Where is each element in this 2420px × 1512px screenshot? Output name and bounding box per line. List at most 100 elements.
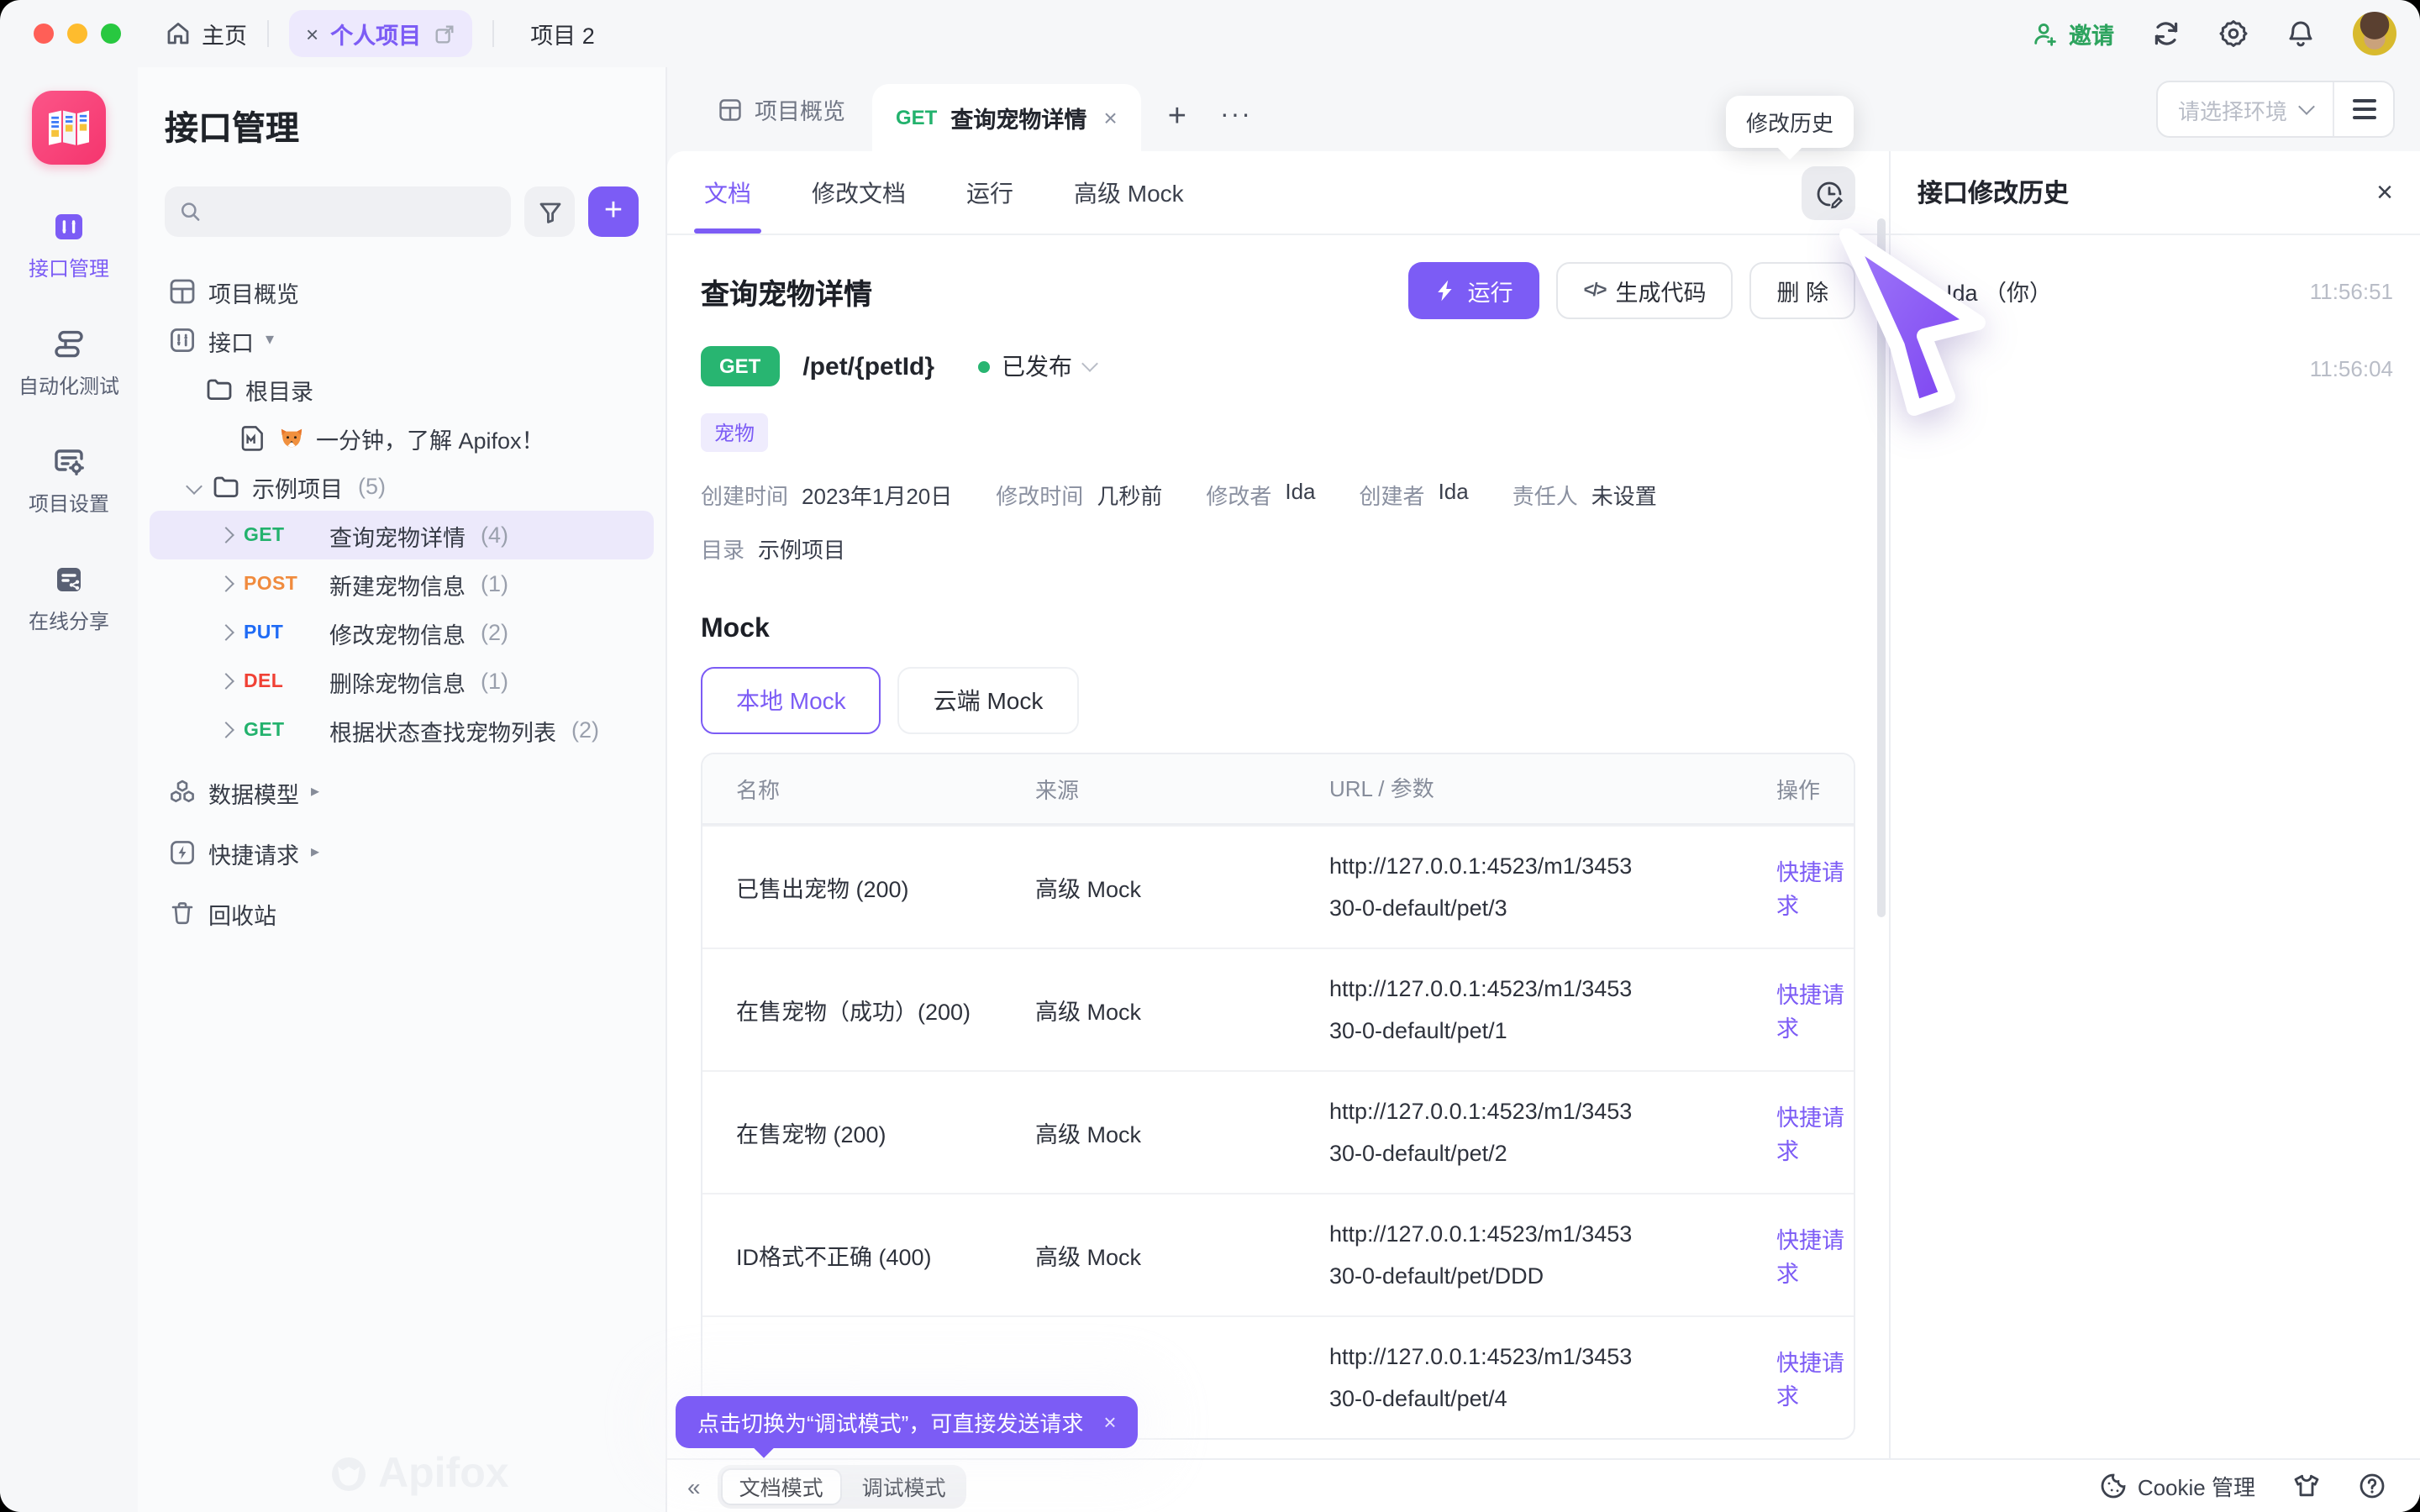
toast-close-icon[interactable]: ×	[1103, 1410, 1116, 1435]
sidebar-item-api-root[interactable]: 接口 ▾	[165, 316, 639, 365]
sidebar-item-recycle-bin[interactable]: 回收站	[165, 889, 639, 937]
chevron-right-icon[interactable]	[218, 673, 234, 690]
filter-button[interactable]	[524, 186, 575, 237]
trash-icon	[168, 899, 197, 927]
help-icon[interactable]	[2358, 1472, 2386, 1500]
method-badge: PUT	[244, 622, 318, 643]
meta-label: 修改者	[1206, 479, 1271, 511]
quick-request-bolt-icon	[168, 838, 197, 867]
tree-label: 快捷请求	[208, 836, 299, 869]
home-tab[interactable]: 主页	[165, 17, 247, 50]
quick-request-link[interactable]: 快捷请求	[1776, 860, 1844, 919]
settings-gear-icon[interactable]	[2218, 18, 2249, 49]
tree-api-get-find-pets[interactable]: GET 根据状态查找宠物列表 (2)	[165, 706, 639, 754]
doc-mode-button[interactable]: 文档模式	[721, 1467, 842, 1504]
chevron-right-icon[interactable]	[218, 624, 234, 641]
tab-run[interactable]: 运行	[966, 151, 1013, 234]
brochure-icon	[47, 108, 91, 148]
tree-api-post-create-pet[interactable]: POST 新建宠物信息 (1)	[165, 559, 639, 608]
close-project-tab-icon[interactable]: ×	[306, 21, 318, 46]
quick-request-link[interactable]: 快捷请求	[1776, 1228, 1844, 1287]
tree-label: 示例项目	[252, 470, 343, 503]
quick-request-link[interactable]: 快捷请求	[1776, 1105, 1844, 1164]
search-box[interactable]	[165, 186, 511, 237]
project-tab-personal[interactable]: × 个人项目	[289, 10, 471, 57]
new-tab-button[interactable]: +	[1168, 99, 1186, 136]
tab-advanced-mock[interactable]: 高级 Mock	[1074, 151, 1184, 234]
generate-code-button[interactable]: </> 生成代码	[1557, 262, 1733, 319]
tab-edit-doc[interactable]: 修改文档	[812, 151, 906, 234]
titlebar-nav: 主页 × 个人项目 项目 2	[165, 10, 612, 57]
rail-item-online-share[interactable]: 在线分享	[29, 561, 109, 635]
rail-item-project-settings[interactable]: 项目设置	[29, 444, 109, 517]
collapse-sidebar-icon[interactable]: «	[687, 1473, 701, 1499]
project-tab-2[interactable]: 项目 2	[513, 17, 612, 50]
tree-doc-intro[interactable]: 一分钟，了解 Apifox！	[165, 413, 639, 462]
sidebar-item-data-models[interactable]: 数据模型 ▸	[165, 768, 639, 816]
user-avatar[interactable]	[2353, 12, 2396, 55]
tab-get-pet-detail[interactable]: GET 查询宠物详情 ×	[872, 84, 1141, 151]
run-button-label: 运行	[1468, 274, 1513, 307]
tab-cloud-mock[interactable]: 云端 Mock	[898, 667, 1079, 734]
close-panel-icon[interactable]: ×	[2376, 176, 2393, 209]
tab-method: GET	[896, 106, 937, 129]
add-button[interactable]: +	[588, 186, 639, 237]
run-button[interactable]: 运行	[1409, 262, 1540, 319]
notifications-bell-icon[interactable]	[2286, 18, 2316, 49]
close-tab-icon[interactable]: ×	[1103, 104, 1117, 131]
history-button[interactable]	[1802, 166, 1855, 220]
chevron-right-icon[interactable]	[218, 575, 234, 592]
tab-project-overview[interactable]: 项目概览	[691, 67, 872, 151]
minimize-window-button[interactable]	[67, 24, 87, 44]
chevron-down-icon[interactable]	[186, 478, 203, 495]
tshirt-theme-icon[interactable]	[2292, 1472, 2321, 1500]
sidebar-item-project-overview[interactable]: 项目概览	[165, 267, 639, 316]
close-window-button[interactable]	[34, 24, 54, 44]
tab-doc[interactable]: 文档	[704, 151, 751, 234]
rail-item-automated-testing[interactable]: 自动化测试	[18, 326, 119, 400]
quick-request-link[interactable]: 快捷请求	[1776, 983, 1844, 1042]
col-source: 来源	[1002, 773, 1296, 805]
environment-dropdown[interactable]: 请选择环境	[2158, 93, 2333, 125]
environment-menu-button[interactable]	[2333, 82, 2393, 136]
invite-button[interactable]: 邀请	[2032, 17, 2114, 50]
chevron-right-icon[interactable]	[218, 722, 234, 738]
meta-value: 2023年1月20日	[802, 479, 952, 511]
sidebar-item-quick-request[interactable]: 快捷请求 ▸	[165, 828, 639, 877]
tab-local-mock[interactable]: 本地 Mock	[701, 667, 881, 734]
sidebar: 接口管理 + 项目概览 接口 ▾	[138, 67, 667, 1512]
tree-count: (1)	[481, 571, 508, 596]
cookie-manager-button[interactable]: Cookie 管理	[2099, 1470, 2255, 1502]
tree-api-del-delete-pet[interactable]: DEL 删除宠物信息 (1)	[165, 657, 639, 706]
zoom-window-button[interactable]	[101, 24, 121, 44]
chevron-right-icon[interactable]	[218, 527, 234, 543]
rail-item-api-management[interactable]: 接口管理	[29, 208, 109, 282]
caret-down-icon[interactable]: ▾	[266, 331, 274, 349]
home-icon	[165, 20, 192, 47]
tree-folder-example[interactable]: 示例项目 (5)	[165, 462, 639, 511]
mock-table-row: ID格式不正确 (400) 高级 Mock http://127.0.0.1:4…	[702, 1193, 1854, 1315]
history-entry-time: 11:56:04	[2310, 355, 2393, 381]
tree-folder-root[interactable]: 根目录	[165, 365, 639, 413]
sync-icon[interactable]	[2151, 18, 2181, 49]
tree-api-put-update-pet[interactable]: PUT 修改宠物信息 (2)	[165, 608, 639, 657]
history-panel-header: 接口修改历史 ×	[1891, 151, 2420, 235]
caret-right-icon[interactable]: ▸	[311, 783, 319, 801]
mock-name: 在售宠物 (200)	[702, 1116, 1002, 1149]
caret-right-icon[interactable]: ▸	[311, 843, 319, 862]
quick-request-link[interactable]: 快捷请求	[1776, 1351, 1844, 1410]
search-input[interactable]	[211, 199, 496, 224]
method-badge: GET	[244, 720, 318, 740]
apifox-watermark: Apifox	[329, 1450, 509, 1499]
tree-api-get-pet-detail[interactable]: GET 查询宠物详情 (4)	[150, 511, 654, 559]
debug-mode-button[interactable]: 调试模式	[845, 1467, 963, 1504]
tab-more-menu[interactable]: ···	[1220, 101, 1252, 131]
meta-label: 修改时间	[996, 479, 1083, 511]
external-link-icon[interactable]	[433, 23, 455, 45]
app-logo[interactable]	[32, 91, 106, 165]
method-get-badge: GET	[701, 346, 779, 386]
overview-grid-icon	[168, 277, 197, 306]
mock-name: ID格式不正确 (400)	[702, 1238, 1002, 1272]
status-dropdown[interactable]: 已发布	[978, 349, 1096, 383]
rail-item-label: 接口管理	[29, 254, 109, 282]
